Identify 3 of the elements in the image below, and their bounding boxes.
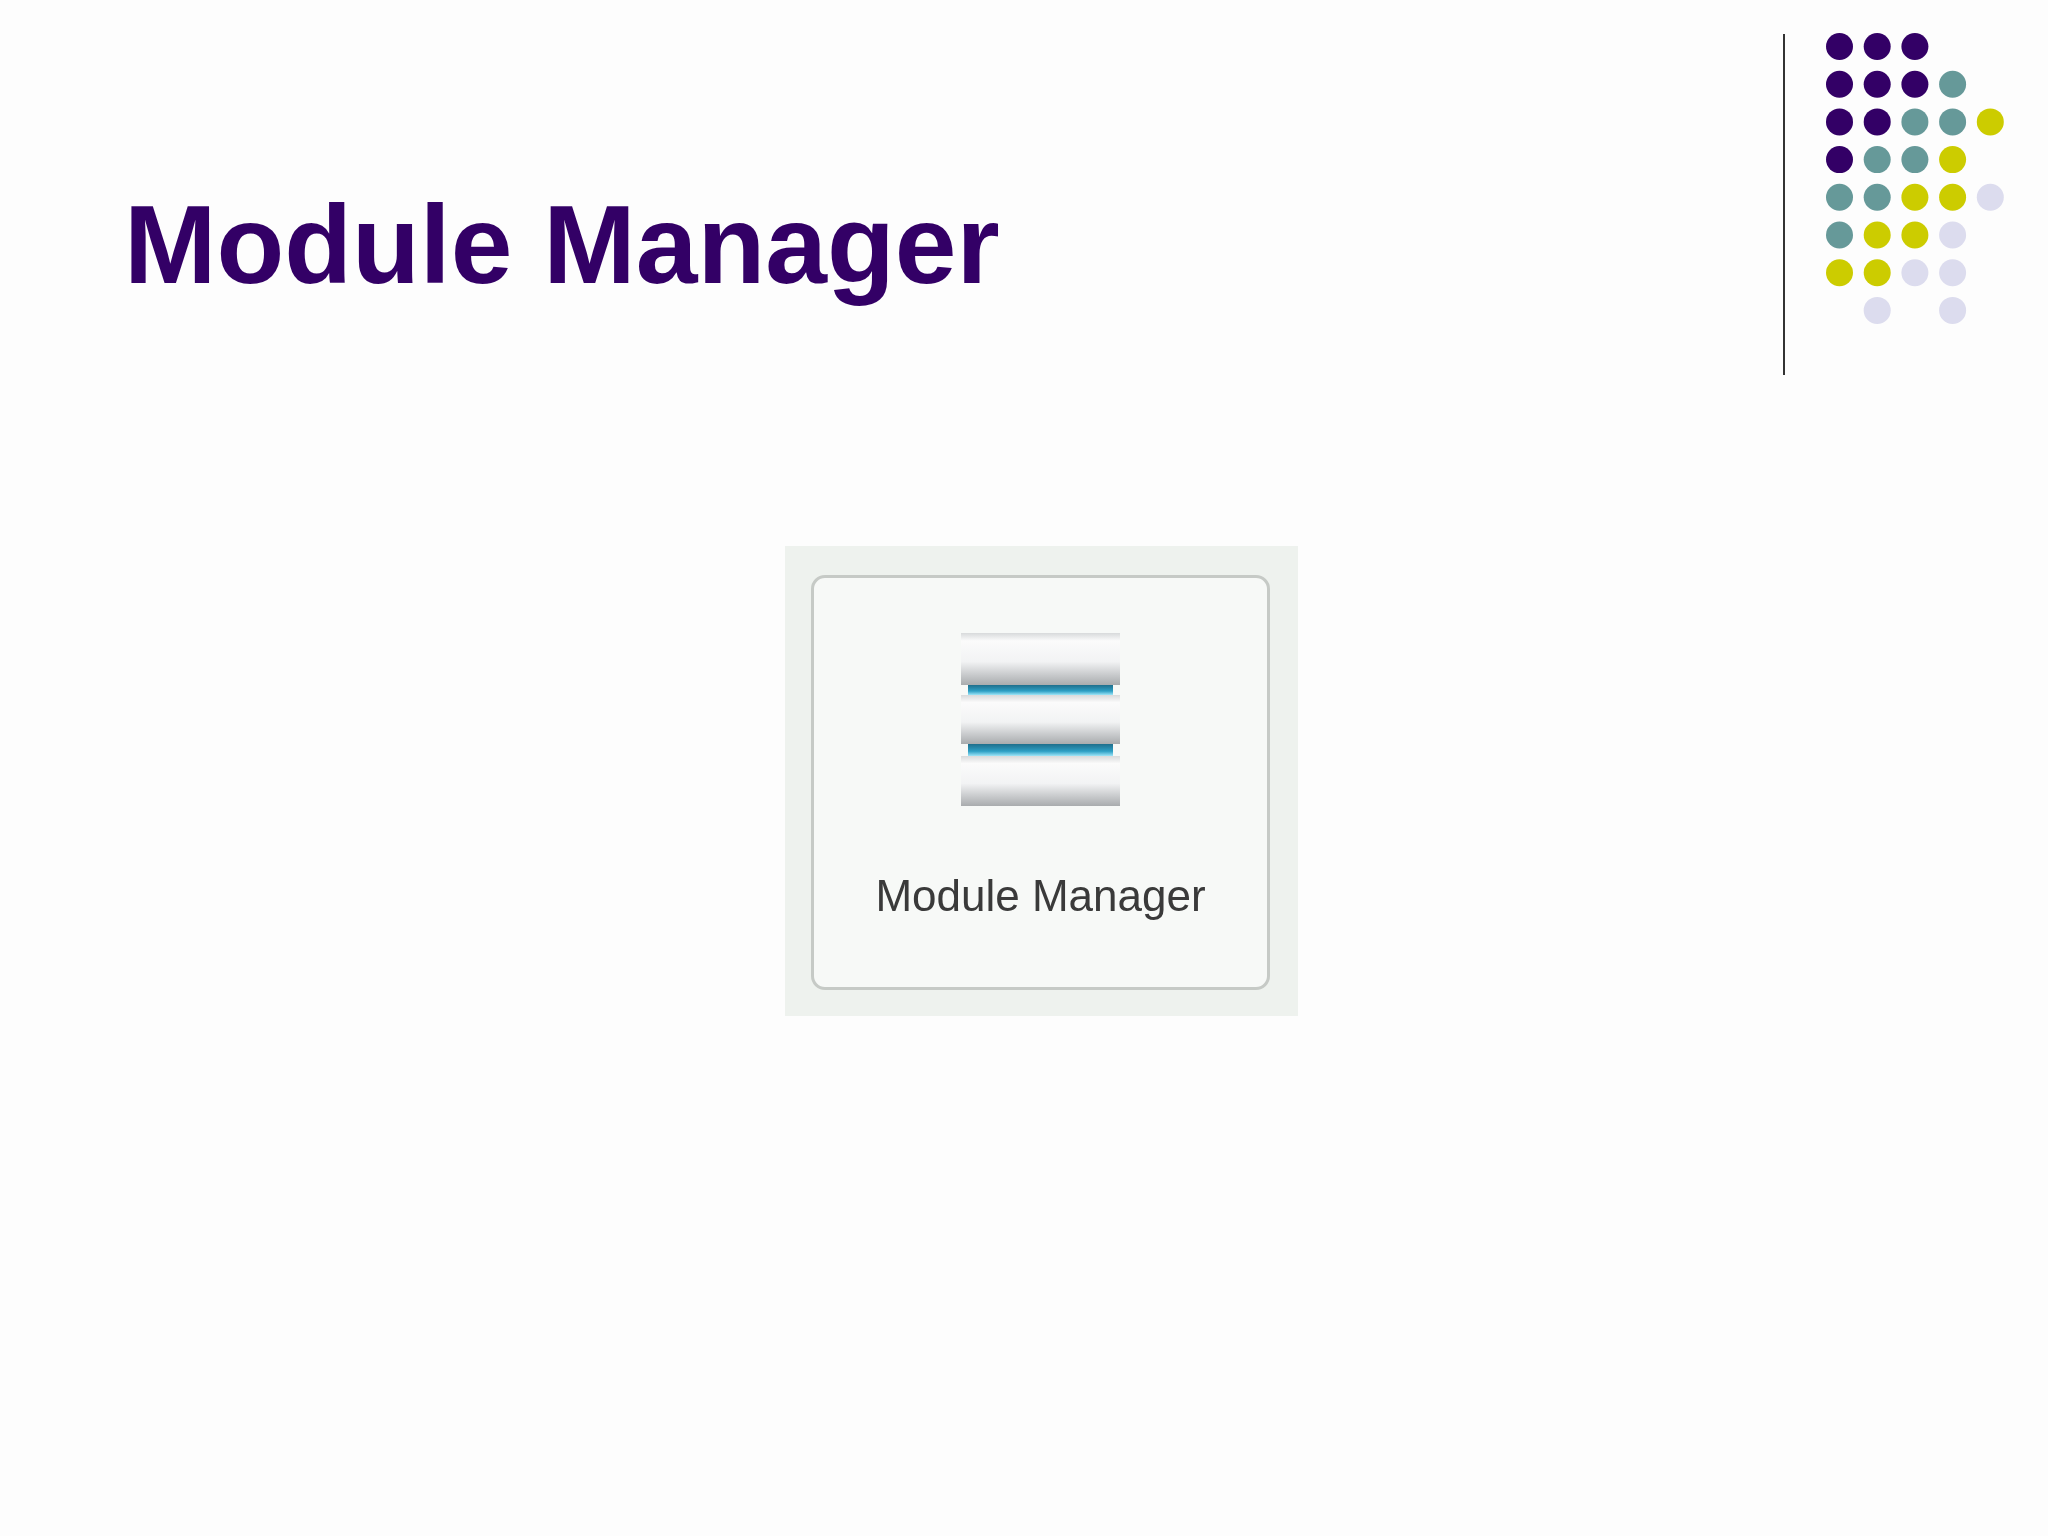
module-manager-button[interactable]: Module Manager (811, 575, 1270, 990)
slide-title: Module Manager (124, 182, 1000, 309)
stacked-bars-icon (961, 633, 1120, 806)
